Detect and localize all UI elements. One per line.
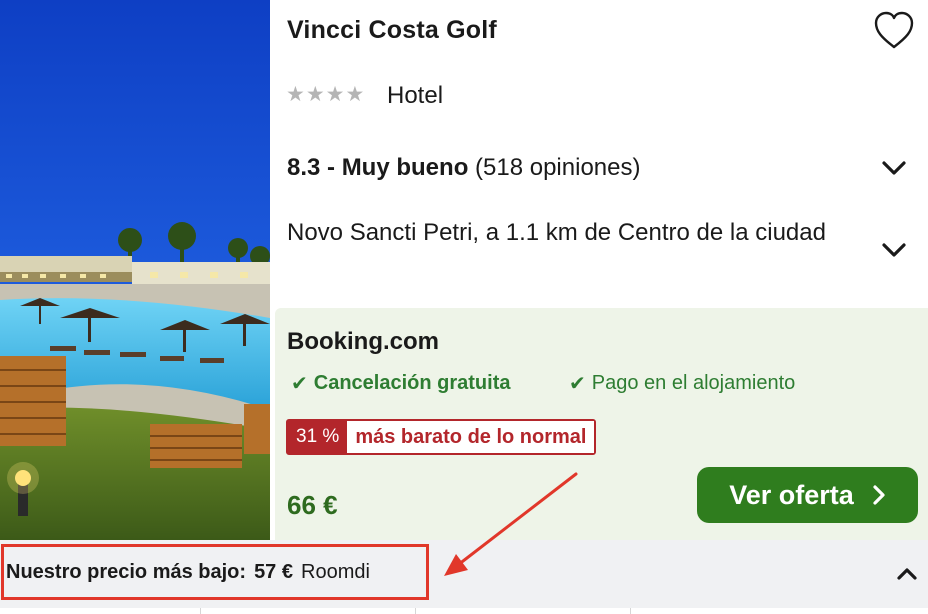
chevron-down-icon[interactable]	[879, 240, 909, 262]
star-icon: ★	[305, 83, 325, 106]
rating-row[interactable]: 8.3 - Muy bueno (518 opiniones)	[287, 154, 907, 182]
hotel-location[interactable]: Novo Sancti Petri, a 1.1 km de Centro de…	[287, 216, 827, 250]
chevron-down-icon[interactable]	[879, 158, 909, 180]
hotel-name[interactable]: Vincci Costa Golf	[287, 16, 497, 45]
hotel-info: Vincci Costa Golf ★ ★ ★ ★ Hotel 8.3 - Mu…	[270, 0, 928, 308]
discount-text: más barato de lo normal	[347, 421, 595, 453]
rating-score: 8.3 - Muy bueno	[287, 154, 469, 181]
lowest-price-highlight: Nuestro precio más bajo: 57 € Roomdi	[1, 544, 429, 600]
check-icon: ✔	[291, 373, 308, 395]
hotel-type: Hotel	[387, 82, 444, 109]
lowest-price-value: 57 €	[254, 560, 293, 583]
perk-free-cancellation: ✔ Cancelación gratuita	[291, 371, 510, 396]
chevron-up-icon[interactable]	[894, 565, 920, 583]
view-offer-label: Ver oferta	[729, 479, 854, 510]
check-icon: ✔	[569, 373, 586, 395]
provider-name: Booking.com	[287, 328, 440, 355]
lowest-price-bar[interactable]: Nuestro precio más bajo: 57 € Roomdi	[0, 540, 928, 608]
offer-panel: Booking.com ✔ Cancelación gratuita ✔ Pag…	[275, 308, 928, 540]
lowest-price-label: Nuestro precio más bajo:	[6, 560, 247, 583]
discount-badge: 31 % más barato de lo normal	[286, 419, 597, 455]
chevron-right-icon	[872, 484, 886, 506]
offer-price: 66 €	[287, 490, 338, 520]
star-icon: ★	[286, 83, 305, 106]
bottom-divider	[0, 608, 928, 614]
perk-label: Cancelación gratuita	[313, 372, 511, 394]
view-offer-button[interactable]: Ver oferta	[697, 467, 918, 523]
perk-pay-at-property: ✔ Pago en el alojamiento	[569, 371, 795, 396]
rating-reviews: (518 opiniones)	[475, 154, 641, 181]
hotel-photo-image	[0, 0, 270, 540]
star-icon: ★	[325, 83, 345, 106]
star-icon: ★	[345, 83, 365, 106]
hotel-photo[interactable]	[0, 0, 270, 540]
discount-percent: 31 %	[288, 421, 348, 453]
perk-label: Pago en el alojamiento	[591, 372, 796, 394]
heart-icon[interactable]	[873, 11, 915, 51]
lowest-price-source: Roomdi	[301, 560, 370, 583]
star-rating: ★ ★ ★ ★	[286, 82, 364, 108]
